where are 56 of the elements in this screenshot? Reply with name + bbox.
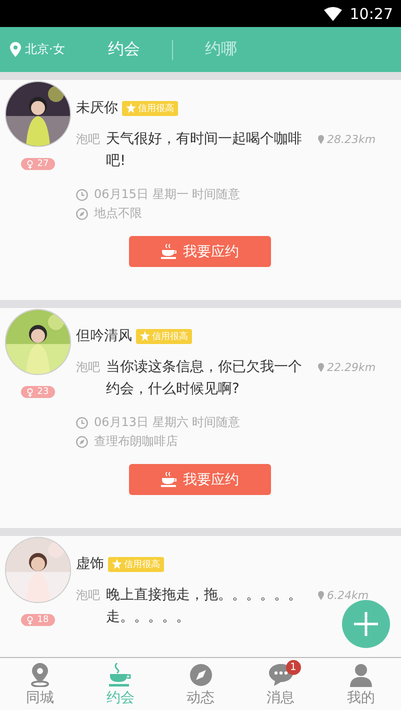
cup-icon [108,663,132,687]
credit-text: 信用很高 [138,102,174,114]
nav-tab[interactable]: 动态 [160,658,241,710]
place-text: 地点不限 [94,205,142,222]
cup-icon [161,472,177,488]
female-icon [27,160,34,168]
wifi-icon [324,6,342,20]
age-text: 23 [37,387,49,397]
cup-icon [161,244,177,260]
nav-tab[interactable]: 同城 [0,658,80,710]
clock-icon [76,416,88,428]
apply-button[interactable]: 我要应约 [129,464,271,495]
plus-icon [354,612,378,636]
credit-text: 信用很高 [124,558,160,570]
female-icon [27,616,34,624]
star-icon [140,331,150,341]
location-pin-icon [30,663,50,687]
header-tab[interactable]: 约会 [100,35,148,64]
star-icon [112,559,122,569]
date-text: 06月13日 星期六 时间随意 [94,414,240,431]
header-tab[interactable]: 约哪 [197,35,245,64]
age-text: 18 [37,615,49,625]
location-pin-icon [318,590,324,600]
nav-tab[interactable]: 约会 [80,658,160,710]
distance-text: 22.29km [327,360,376,374]
message-text: 当你读这条信息，你已欠我一个约会，什么时候见啊? [106,358,303,399]
clock-time: 10:27 [350,4,393,22]
nav-tab[interactable]: 消息 1 [240,658,321,710]
user-name: 未厌你 [76,99,118,117]
credit-text: 信用很高 [152,330,188,342]
location-pin-icon [318,362,324,372]
location-pin-icon [10,42,21,57]
category-label: 泡吧 [76,359,100,376]
place-text: 查理布朗咖啡店 [94,433,178,450]
female-icon [27,388,34,396]
nav-tab[interactable]: 我的 [320,658,401,710]
location-label: 北京·女 [25,41,65,58]
message-text: 天气很好，有时间一起喝个咖啡吧! [106,130,303,171]
location-pin-icon [318,134,324,144]
distance-text: 6.24km [327,588,369,602]
message-text: 晚上直接拖走，拖。。。。。。走。。。。。 [106,586,303,627]
apply-button[interactable]: 我要应约 [129,236,271,267]
user-name: 虚饰 [76,555,104,573]
compass-icon [76,208,88,220]
distance-text: 28.23km [327,132,376,146]
unread-count-badge: 1 [286,660,301,675]
person-icon [350,663,372,687]
date-text: 06月15日 星期一 时间随意 [94,186,240,203]
category-label: 泡吧 [76,587,100,604]
user-name: 但吟清风 [76,327,132,345]
age-text: 27 [37,159,49,169]
clock-icon [76,188,88,200]
category-label: 泡吧 [76,131,100,148]
compass-icon [76,436,88,448]
compass-icon [188,663,212,687]
star-icon [126,103,136,113]
